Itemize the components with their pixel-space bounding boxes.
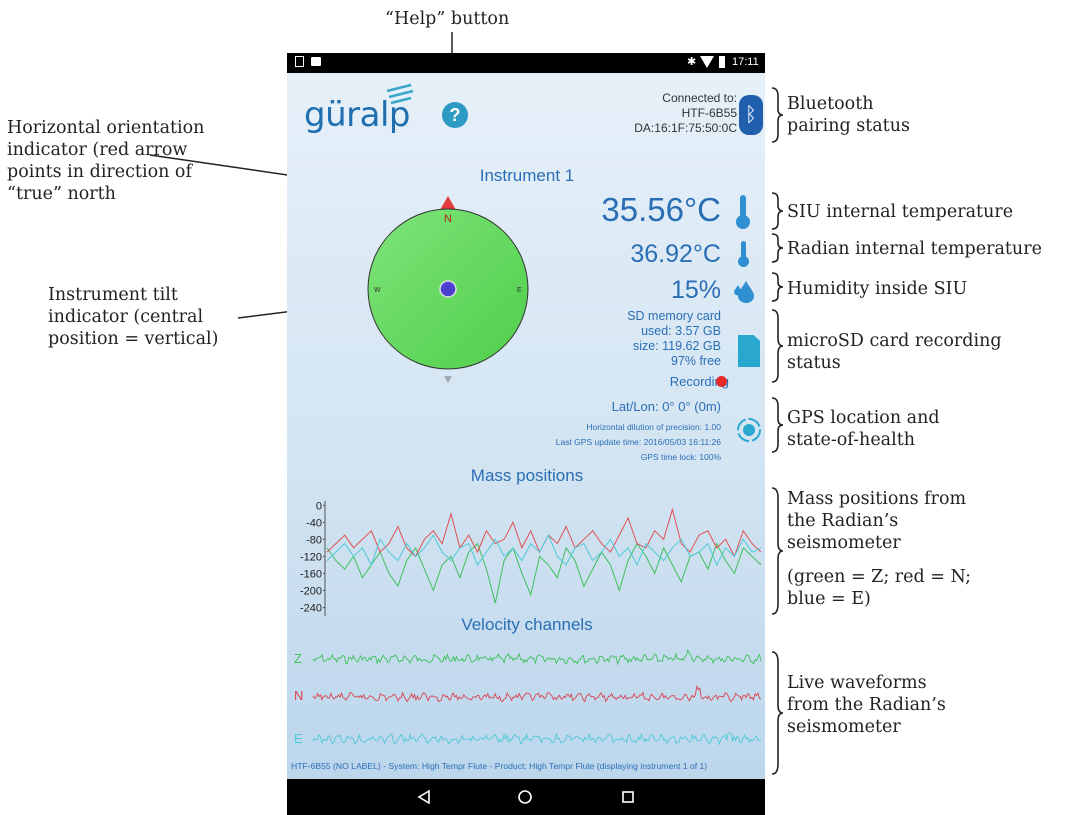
sd-title: SD memory card [627,309,721,323]
brace-sd [771,309,784,383]
waveform-e [312,732,762,746]
footer-info: HTF-6B55 (NO LABEL) - System: High Tempr… [291,761,708,771]
thermometer-bulb-icon [736,215,750,229]
waveform-z [312,648,762,666]
sd-free: 97% free [670,354,721,368]
brace-siu [771,192,784,230]
gallery-icon [311,57,321,66]
wifi-icon [700,56,714,68]
velocity-title-text: Velocity channels [461,615,593,634]
tilt-indicator [439,280,457,298]
velocity-channels-title: Velocity channels [427,615,627,635]
sd-card-icon [738,335,760,367]
nav-bar [287,779,765,815]
brace-gps [771,397,784,453]
south-arrow-icon [444,376,452,383]
recording-dot-icon [716,376,727,387]
recents-icon[interactable] [621,790,635,804]
battery-icon [719,56,725,68]
mass-y-tick: -40 [306,517,322,529]
brace-live [771,651,784,775]
mass-series-z [326,542,762,604]
sd-used: used: 3.57 GB [641,324,721,338]
thermometer-small-bulb-icon [738,256,749,267]
back-icon[interactable] [417,790,431,804]
gps-details: Horizontal dilution of precision: 1.00 L… [556,420,721,465]
droplets-icon [734,281,754,303]
mass-y-tick: -160 [300,568,322,580]
brace-bluetooth [771,87,784,143]
hdop: Horizontal dilution of precision: 1.00 [586,422,721,432]
instrument-title: Instrument 1 [447,166,607,186]
mass-series-n [326,507,762,558]
gps-time-lock: GPS time lock: 100% [640,452,721,462]
mass-y-tick: -240 [300,602,322,614]
compass: N W E [367,196,529,383]
sd-status: SD memory card used: 3.57 GB size: 119.6… [627,309,721,369]
bluetooth-icon[interactable]: ᛒ [739,95,763,135]
mass-positions-chart: 0 -40 -80 -120 -160 -200 -240 [300,500,762,616]
app-screen: güralp ? Connected to: HTF-6B55 DA:16:1F… [287,73,765,779]
mass-positions-title: Mass positions [427,466,627,486]
status-bar: ✱ 17:11 [287,53,765,73]
device-name: HTF-6B55 [681,106,737,120]
logo-waves-icon [386,83,414,105]
brace-radian [771,233,784,263]
north-arrow-icon [440,196,456,210]
mass-y-tick: -200 [300,585,322,597]
mass-title-text: Mass positions [470,466,584,485]
home-icon[interactable] [518,790,532,804]
phone-screen: ✱ 17:11 güralp ? Connected to: HTF-6B55 … [287,53,765,815]
compass-w: W [374,287,381,294]
compass-e: E [517,287,522,294]
sim-icon [295,56,304,67]
siu-temperature: 35.56°C [601,191,721,228]
waveform-n [312,684,762,703]
connection-info: Connected to: HTF-6B55 DA:16:1F:75:50:0C [634,91,737,136]
latlon: Lat/Lon: 0° 0° (0m) [611,399,721,414]
brace-mass [771,487,784,615]
instrument-title-text: Instrument 1 [479,166,575,185]
mass-y-tick: 0 [316,500,322,512]
sd-size: size: 119.62 GB [632,339,721,353]
bluetooth-status-icon: ✱ [687,56,697,68]
compass-n: N [444,213,452,225]
mac-address: DA:16:1F:75:50:0C [634,121,737,135]
radian-temperature: 36.92°C [630,240,721,268]
gps-target-icon [737,418,761,442]
mass-y-tick: -80 [306,534,322,546]
brace-humidity [771,272,784,302]
humidity-value: 15% [670,276,721,304]
help-button[interactable]: ? [442,102,468,128]
velocity-waveforms [312,648,762,746]
gps-update-time: Last GPS update time: 2016/05/03 16:11:2… [555,437,721,447]
mass-y-tick: -120 [300,551,322,563]
clock: 17:11 [732,56,759,68]
connected-label: Connected to: [662,91,737,105]
